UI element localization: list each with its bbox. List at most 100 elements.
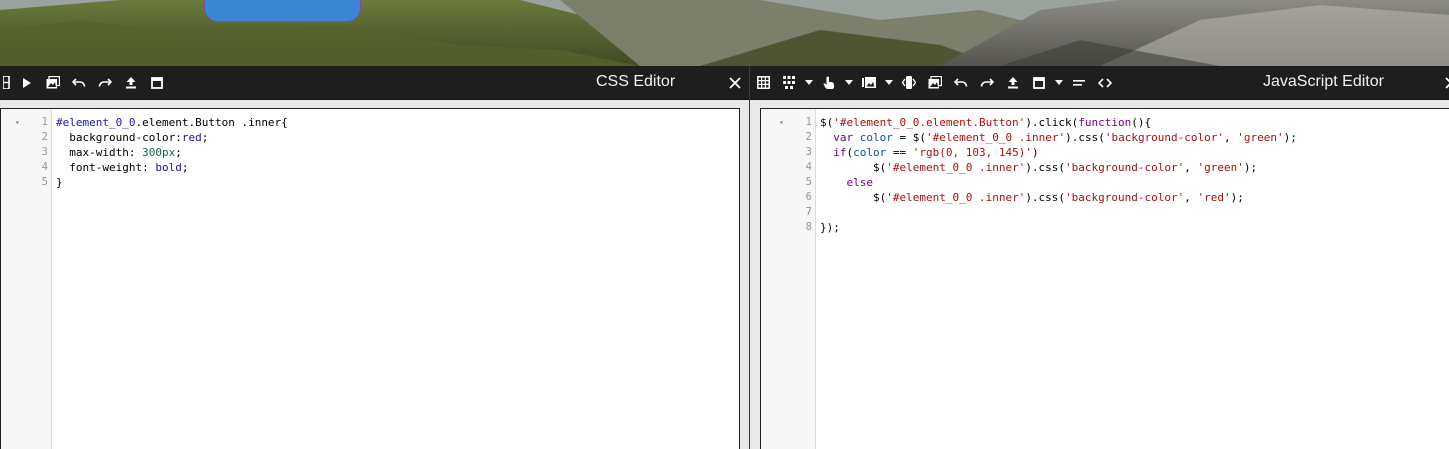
code-token: 'background-color'	[1104, 131, 1225, 144]
code-line[interactable]: max-width: 300px;	[56, 145, 739, 160]
code-token: 'red'	[1197, 191, 1231, 204]
code-line[interactable]: font-weight: bold;	[56, 160, 739, 175]
code-token: });	[820, 221, 840, 234]
window-icon[interactable]	[1026, 66, 1052, 100]
code-token: ;	[201, 131, 209, 144]
preview-background-image	[0, 0, 1449, 66]
line-number: 3	[41, 146, 48, 158]
line-number: 2	[41, 131, 48, 143]
code-token: max-width:	[56, 146, 143, 159]
css-code-content[interactable]: #element_0_0.element.Button .inner{ back…	[52, 109, 739, 449]
preview-button[interactable]	[204, 0, 361, 22]
js-editor-panel: JavaScript Editor 1 ▾ 2 3 4 5 6 7 8 $('#element_…	[749, 66, 1449, 449]
code-line[interactable]: background-color:red;	[56, 130, 739, 145]
code-line[interactable]: $('#element_0_0.element.Button').click(f…	[820, 115, 1449, 130]
code-token: bold	[155, 161, 182, 174]
fold-arrow-icon[interactable]: ▾	[15, 115, 20, 130]
code-token: 'green'	[1197, 161, 1244, 174]
caret-down-icon[interactable]	[802, 66, 816, 100]
code-token: function	[1078, 116, 1132, 129]
code-token: if	[833, 146, 847, 159]
code-token: ;	[175, 146, 182, 159]
code-block-icon[interactable]	[896, 66, 922, 100]
code-token: $(	[820, 191, 887, 204]
code-token: ==	[886, 146, 913, 159]
redo-icon[interactable]	[974, 66, 1000, 100]
image-icon[interactable]	[40, 66, 66, 100]
code-line[interactable]: if(color == 'rgb(0, 103, 145)')	[820, 145, 1449, 160]
css-code-editor[interactable]: 1 ▾ 2 3 4 5 #element_0_0.element.Button .inne…	[0, 108, 740, 449]
redo-icon[interactable]	[92, 66, 118, 100]
line-number: 5	[805, 176, 812, 188]
code-token: font-weight:	[56, 161, 156, 174]
js-code-content[interactable]: $('#element_0_0.element.Button').click(f…	[816, 109, 1449, 449]
image-icon[interactable]	[922, 66, 948, 100]
code-brackets-icon[interactable]	[1092, 66, 1118, 100]
caret-down-icon[interactable]	[842, 66, 856, 100]
grid-icon[interactable]	[0, 66, 14, 100]
line-number: 7	[805, 206, 812, 218]
js-line-gutter: 1 ▾ 2 3 4 5 6 7 8	[761, 109, 816, 449]
js-editor-area: 1 ▾ 2 3 4 5 6 7 8 $('#element_0_0.element.Button…	[750, 101, 1449, 449]
code-token: red	[181, 131, 202, 144]
code-line[interactable]	[820, 205, 1449, 220]
code-token: background-color:	[56, 131, 182, 144]
js-editor-title: JavaScript Editor	[1263, 73, 1384, 90]
css-editor-close-icon[interactable]	[726, 74, 744, 92]
code-token: 'background-color'	[1065, 161, 1185, 174]
caret-down-icon[interactable]	[882, 66, 896, 100]
code-token: ,	[1184, 161, 1198, 174]
code-token: .element.Button .inner{	[135, 116, 288, 129]
gallery-icon[interactable]	[856, 66, 882, 100]
code-token: '#element_0_0 .inner'	[926, 131, 1066, 144]
run-icon[interactable]	[14, 66, 40, 100]
fold-arrow-icon[interactable]: ▾	[779, 115, 784, 130]
window-icon[interactable]	[144, 66, 170, 100]
code-token: }	[56, 176, 63, 189]
css-editor-title: CSS Editor	[596, 73, 676, 90]
code-token: #element_0_0	[56, 116, 136, 129]
code-token: 'rgb(0, 103, 145)'	[912, 146, 1032, 159]
code-token: 300px	[142, 146, 176, 159]
js-editor-toolbar: JavaScript Editor	[750, 66, 1449, 100]
caret-down-icon[interactable]	[1052, 66, 1066, 100]
undo-icon[interactable]	[948, 66, 974, 100]
upload-icon[interactable]	[118, 66, 144, 100]
code-token: var	[833, 131, 854, 144]
line-number: 2	[805, 131, 812, 143]
code-token: ,	[1224, 131, 1238, 144]
code-line[interactable]: #element_0_0.element.Button .inner{	[56, 115, 739, 130]
code-line[interactable]: $('#element_0_0 .inner').css('background…	[820, 190, 1449, 205]
code-token: )	[1031, 146, 1039, 159]
undo-icon[interactable]	[66, 66, 92, 100]
code-token: );	[1243, 161, 1258, 174]
code-token: color	[853, 146, 887, 159]
code-token: ).css(	[1065, 131, 1105, 144]
code-token: );	[1230, 191, 1244, 204]
js-code-editor[interactable]: 1 ▾ 2 3 4 5 6 7 8 $('#element_0_0.element.Button…	[760, 108, 1449, 449]
code-token: '#element_0_0.element.Button'	[833, 116, 1026, 129]
code-token: 'background-color'	[1065, 191, 1185, 204]
upload-icon[interactable]	[1000, 66, 1026, 100]
js-editor-close-icon[interactable]	[1442, 74, 1449, 92]
code-token: ;	[181, 161, 189, 174]
code-token: '#element_0_0 .inner'	[886, 161, 1026, 174]
code-line[interactable]: else	[820, 175, 1449, 190]
code-token: 'green'	[1237, 131, 1284, 144]
dots-grid-icon[interactable]	[776, 66, 802, 100]
equals-icon[interactable]	[1066, 66, 1092, 100]
hand-icon[interactable]	[816, 66, 842, 100]
line-number: 8	[805, 221, 812, 233]
code-line[interactable]: });	[820, 220, 1449, 235]
line-number: 3	[805, 146, 812, 158]
code-token: ,	[1184, 191, 1198, 204]
code-line[interactable]: $('#element_0_0 .inner').css('background…	[820, 160, 1449, 175]
css-editor-toolbar: CSS Editor	[0, 66, 749, 100]
code-line[interactable]: }	[56, 175, 739, 190]
line-number: 5	[41, 176, 48, 188]
code-line[interactable]: var color = $('#element_0_0 .inner').css…	[820, 130, 1449, 145]
css-editor-panel: CSS Editor 1 ▾ 2 3 4 5 #element_0_0.element.B…	[0, 66, 749, 449]
table-icon[interactable]	[750, 66, 776, 100]
